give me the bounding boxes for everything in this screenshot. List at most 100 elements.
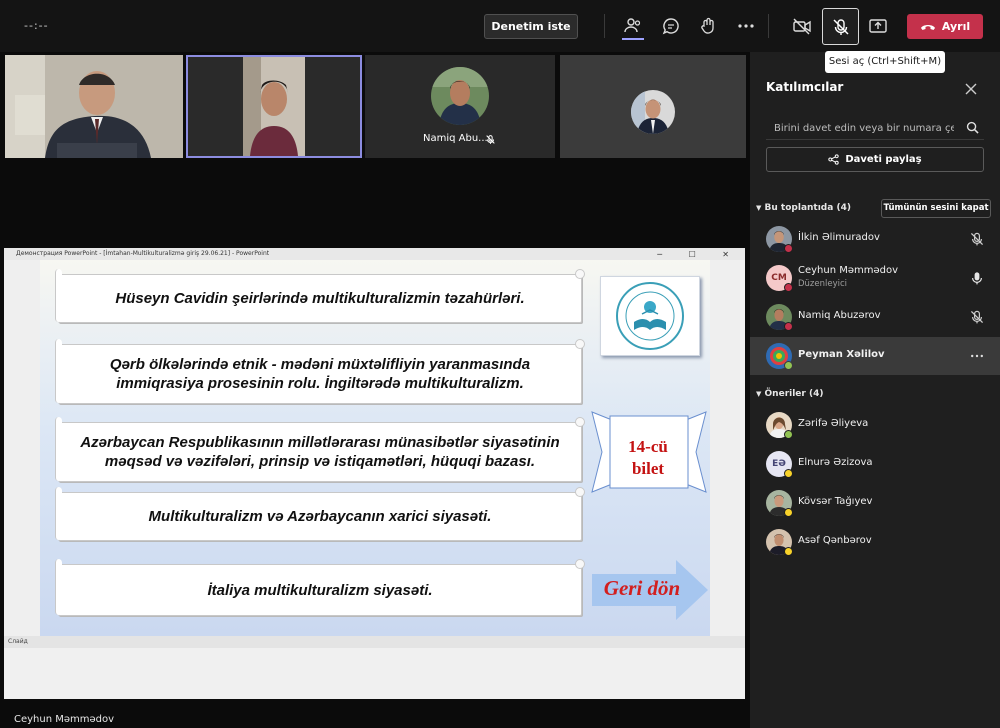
slide: Hüseyn Cavidin şeirlərində multikultural… bbox=[40, 260, 710, 636]
mic-off-icon bbox=[970, 232, 984, 246]
share-invite-button[interactable]: Daveti paylaş bbox=[766, 147, 984, 172]
presence-status bbox=[784, 430, 793, 439]
participant-name: Elnurə Əzizova bbox=[798, 457, 873, 468]
participant-row[interactable]: İlkin Əlimuradov bbox=[750, 220, 1000, 258]
meeting-timer: --:-- bbox=[24, 19, 49, 32]
shared-powerpoint-window: Демонстрация PowerPoint - [İmtahan-Multi… bbox=[4, 248, 745, 699]
meeting-stage: Namiq Abu... Демонстрация PowerPoint - [… bbox=[0, 52, 746, 728]
participant-video bbox=[5, 55, 183, 158]
suggestions-count: Öneriler (4) bbox=[764, 389, 824, 399]
question-text: Multikulturalizm və Azərbaycanın xarici … bbox=[148, 508, 492, 525]
presence-status bbox=[784, 283, 793, 292]
powerpoint-title: Демонстрация PowerPoint - [İmtahan-Multi… bbox=[16, 250, 270, 257]
ticket-label: 14-cü bilet bbox=[618, 436, 678, 480]
question-text: Qərb ölkələrində etnik - mədəni müxtəlif… bbox=[109, 356, 531, 392]
slide-margin-left bbox=[4, 260, 40, 636]
participant-name: Ceyhun Məmmədov bbox=[798, 265, 899, 276]
mic-off-icon bbox=[832, 18, 849, 35]
leave-label: Ayrıl bbox=[941, 20, 971, 33]
camera-off-icon[interactable] bbox=[792, 16, 812, 36]
question-scroll-2[interactable]: Qərb ölkələrində etnik - mədəni müxtəlif… bbox=[55, 339, 585, 404]
close-icon[interactable] bbox=[964, 82, 978, 96]
participant-name: Kövsər Tağıyev bbox=[798, 496, 873, 507]
more-icon[interactable] bbox=[736, 16, 756, 36]
video-tile-avatar[interactable]: Namiq Abu... bbox=[365, 55, 555, 158]
participant-video bbox=[188, 57, 360, 156]
question-text: Azərbaycan Respublikasının millətləraras… bbox=[80, 434, 560, 470]
presenter-name: Ceyhun Məmmədov bbox=[14, 714, 115, 725]
presence-status bbox=[784, 547, 793, 556]
presence-status bbox=[784, 508, 793, 517]
invite-input[interactable] bbox=[774, 120, 954, 136]
share-link-icon bbox=[828, 154, 840, 165]
participants-panel: Katılımcılar Daveti paylaş ▼ Bu toplantı… bbox=[750, 52, 1000, 728]
participant-row[interactable]: Namiq Abuzərov bbox=[750, 298, 1000, 336]
question-scroll-4[interactable]: Multikulturalizm və Azərbaycanın xarici … bbox=[55, 487, 585, 541]
share-invite-label: Daveti paylaş bbox=[845, 154, 922, 165]
unmute-button[interactable] bbox=[822, 8, 859, 45]
teams-meeting-window: --:-- Denetim iste Ayrıl Sesi aç (Ctrl+S… bbox=[0, 0, 1000, 728]
participant-row-selected[interactable]: Peyman Xəlilov bbox=[750, 337, 1000, 375]
question-scroll-5[interactable]: İtaliya multikulturalizm siyasəti. bbox=[55, 559, 585, 616]
toolbar-divider bbox=[768, 14, 769, 38]
toolbar-divider bbox=[604, 14, 605, 38]
participant-name: İlkin Əlimuradov bbox=[798, 232, 880, 243]
participant-name: Namiq Abu... bbox=[423, 133, 488, 144]
ticket-number: 14-cü bbox=[628, 437, 668, 456]
participant-row[interactable]: CM Ceyhun Məmmədov Düzenleyici bbox=[750, 259, 1000, 297]
video-tile-speaker[interactable] bbox=[5, 55, 183, 158]
chevron-down-icon: ▼ bbox=[756, 390, 762, 398]
slide-margin-right bbox=[710, 260, 745, 636]
question-scroll-3[interactable]: Azərbaycan Respublikasının millətləraras… bbox=[55, 417, 585, 482]
unmute-tooltip: Sesi aç (Ctrl+Shift+M) bbox=[825, 51, 945, 73]
share-icon[interactable] bbox=[868, 16, 888, 36]
invite-field[interactable] bbox=[766, 116, 984, 140]
ticket-word: bilet bbox=[631, 459, 665, 478]
reactions-icon[interactable] bbox=[698, 16, 718, 36]
avatar bbox=[631, 90, 675, 134]
powerpoint-status-bar: Слайд bbox=[4, 636, 745, 648]
chevron-down-icon: ▼ bbox=[756, 204, 762, 212]
request-control-button[interactable]: Denetim iste bbox=[484, 14, 578, 39]
suggestion-row[interactable]: Kövsər Tağıyev bbox=[750, 484, 1000, 522]
mic-off-icon bbox=[970, 310, 984, 324]
participant-name: Asəf Qənbərov bbox=[798, 535, 872, 546]
back-button-label[interactable]: Geri dön bbox=[592, 576, 692, 601]
slide-status: Слайд bbox=[8, 638, 28, 645]
video-tile-active[interactable] bbox=[186, 55, 362, 158]
presence-status bbox=[784, 322, 793, 331]
leave-button[interactable]: Ayrıl bbox=[907, 14, 983, 39]
participant-name: Namiq Abuzərov bbox=[798, 310, 881, 321]
in-meeting-count: Bu toplantıda (4) bbox=[764, 203, 851, 213]
video-tile-avatar[interactable] bbox=[560, 55, 746, 158]
suggestion-row[interactable]: EƏ Elnurə Əzizova bbox=[750, 445, 1000, 483]
institute-seal-icon bbox=[616, 282, 684, 350]
mic-icon bbox=[972, 272, 982, 285]
chat-icon[interactable] bbox=[661, 16, 681, 36]
mute-all-button[interactable]: Tümünün sesini kapat bbox=[881, 199, 991, 218]
search-icon[interactable] bbox=[966, 121, 979, 134]
panel-title: Katılımcılar bbox=[766, 80, 844, 94]
meeting-toolbar: --:-- Denetim iste Ayrıl bbox=[0, 0, 1000, 52]
suggestion-row[interactable]: Asəf Qənbərov bbox=[750, 523, 1000, 561]
institute-logo bbox=[600, 276, 700, 356]
participant-name: Zərifə Əliyeva bbox=[798, 418, 869, 429]
suggestions-header[interactable]: ▼ Öneriler (4) bbox=[756, 389, 823, 399]
presence-status bbox=[784, 469, 793, 478]
active-tab-indicator bbox=[622, 38, 644, 40]
powerpoint-title-bar: Демонстрация PowerPoint - [İmtahan-Multi… bbox=[4, 248, 745, 260]
more-icon[interactable] bbox=[969, 348, 985, 364]
presence-status bbox=[784, 244, 793, 253]
suggestion-row[interactable]: Zərifə Əliyeva bbox=[750, 406, 1000, 444]
question-text: İtaliya multikulturalizm siyasəti. bbox=[207, 581, 433, 599]
participants-icon[interactable] bbox=[623, 16, 643, 36]
participant-name: Peyman Xəlilov bbox=[798, 349, 885, 360]
presence-status bbox=[784, 361, 793, 370]
question-scroll-1[interactable]: Hüseyn Cavidin şeirlərində multikultural… bbox=[55, 269, 585, 323]
question-text: Hüseyn Cavidin şeirlərində multikultural… bbox=[115, 290, 525, 307]
phone-hangup-icon bbox=[920, 24, 935, 30]
mic-off-icon bbox=[486, 135, 495, 144]
in-meeting-header[interactable]: ▼ Bu toplantıda (4) bbox=[756, 203, 851, 213]
participant-role: Düzenleyici bbox=[798, 279, 848, 289]
avatar bbox=[431, 67, 489, 125]
